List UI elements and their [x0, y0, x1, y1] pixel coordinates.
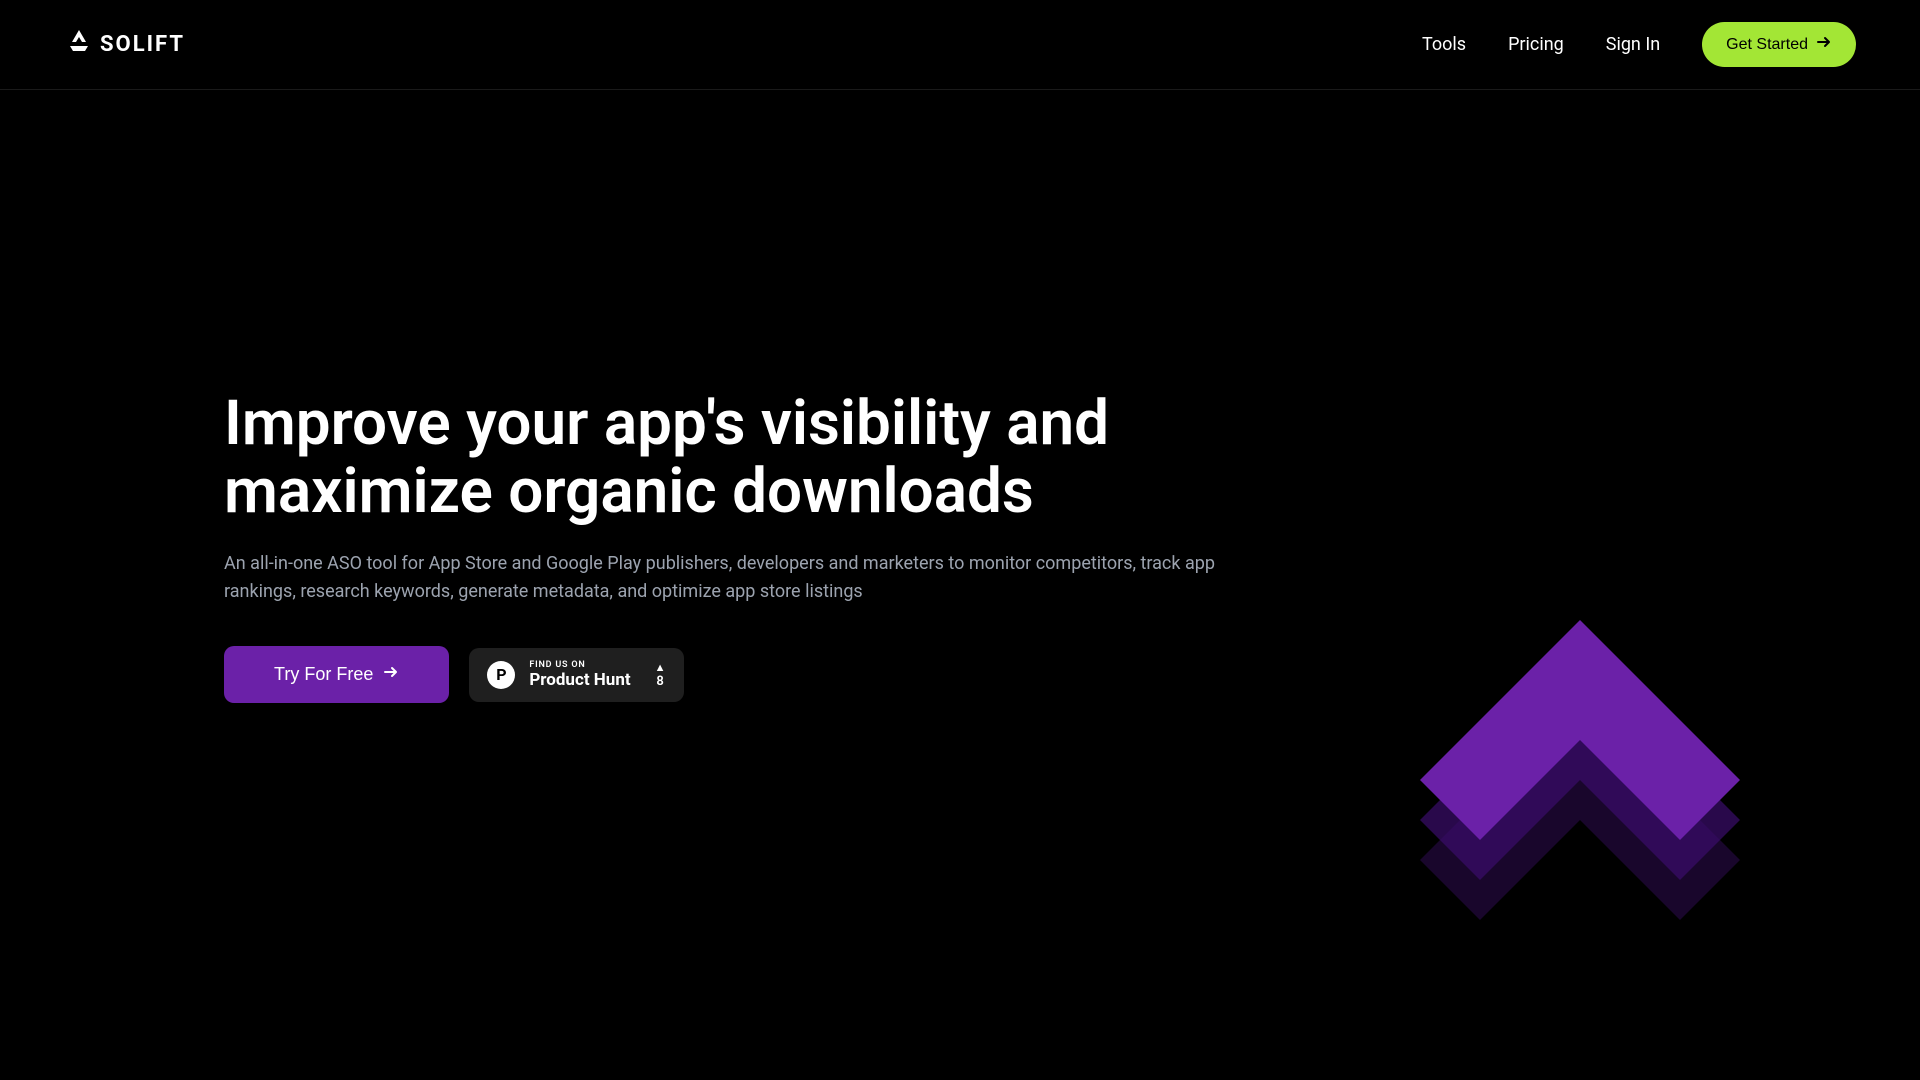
hero-title: Improve your app's visibility and maximi… [224, 390, 1124, 526]
product-hunt-icon: P [487, 661, 515, 689]
arrow-right-icon [1816, 34, 1832, 55]
logo-text: SOLIFT [100, 32, 185, 57]
nav-pricing[interactable]: Pricing [1508, 34, 1564, 55]
product-hunt-upvote: ▲ 8 [655, 661, 666, 689]
main-nav: Tools Pricing Sign In Get Started [1422, 22, 1856, 67]
product-hunt-text: FIND US ON Product Hunt [529, 660, 630, 690]
triangle-up-icon: ▲ [655, 661, 666, 674]
site-header: SOLIFT Tools Pricing Sign In Get Started [0, 0, 1920, 90]
try-free-label: Try For Free [274, 664, 373, 685]
nav-signin[interactable]: Sign In [1606, 34, 1660, 55]
product-hunt-badge[interactable]: P FIND US ON Product Hunt ▲ 8 [469, 648, 683, 702]
chevron-graphic-icon [1360, 550, 1800, 934]
nav-tools[interactable]: Tools [1422, 34, 1466, 55]
arrow-right-icon [383, 664, 399, 685]
try-free-button[interactable]: Try For Free [224, 646, 449, 703]
get-started-button[interactable]: Get Started [1702, 22, 1856, 67]
product-hunt-count: 8 [656, 674, 663, 689]
logo[interactable]: SOLIFT [64, 28, 185, 62]
product-hunt-name: Product Hunt [529, 670, 630, 690]
hero-section: Improve your app's visibility and maximi… [0, 90, 1920, 703]
hero-subtitle: An all-in-one ASO tool for App Store and… [224, 550, 1284, 606]
get-started-label: Get Started [1726, 36, 1808, 54]
product-hunt-find-label: FIND US ON [529, 660, 630, 670]
logo-mark-icon [64, 28, 94, 62]
